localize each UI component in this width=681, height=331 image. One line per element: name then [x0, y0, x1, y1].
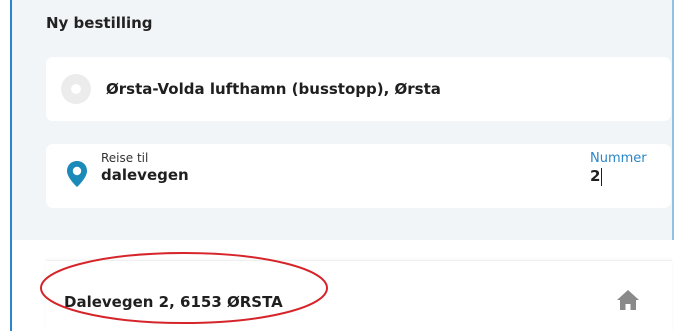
from-location-value: Ørsta-Volda lufthamn (busstopp), Ørsta	[106, 80, 441, 98]
house-number-label: Nummer	[590, 151, 647, 166]
home-icon	[617, 290, 639, 310]
right-border-line	[672, 0, 674, 240]
annotation-ellipse	[40, 252, 328, 324]
from-location-field[interactable]: Ørsta-Volda lufthamn (busstopp), Ørsta	[46, 57, 671, 121]
location-dot-icon	[61, 74, 91, 104]
map-pin-icon	[67, 161, 87, 187]
panel-title: Ny bestilling	[46, 14, 153, 32]
text-cursor	[601, 168, 602, 186]
left-margin	[0, 0, 10, 331]
house-number-input[interactable]: 2	[590, 167, 600, 185]
destination-label: Reise til	[101, 151, 149, 165]
order-panel: Ny bestilling Ørsta-Volda lufthamn (buss…	[12, 0, 672, 240]
destination-field[interactable]: Reise til dalevegen Nummer 2	[46, 144, 671, 208]
destination-input[interactable]: dalevegen	[101, 166, 189, 184]
